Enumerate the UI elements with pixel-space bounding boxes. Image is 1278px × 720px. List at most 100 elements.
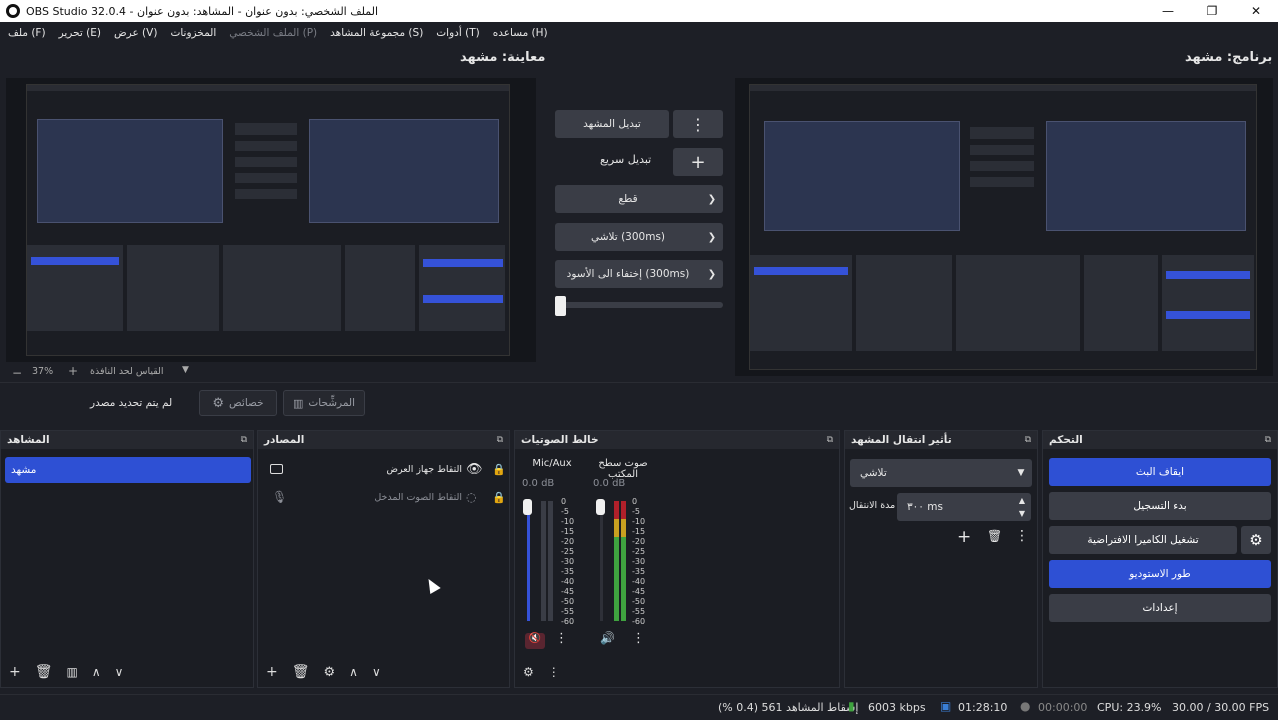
scene-filters-icon[interactable]: ▥: [67, 665, 78, 679]
scene-item[interactable]: مشهد: [5, 457, 251, 483]
db-scale-label: -30: [632, 557, 646, 566]
program-screenshot: [749, 84, 1257, 370]
program-label: برنامج: مشهد: [1185, 50, 1273, 65]
more-options-icon[interactable]: ⋮: [555, 631, 568, 646]
swap-scene-button[interactable]: تبديل المشهد: [555, 110, 669, 138]
undock-icon[interactable]: ⧉: [1265, 435, 1271, 445]
restore-button[interactable]: ❐: [1190, 0, 1234, 22]
menu-file[interactable]: ملف (F): [8, 27, 46, 39]
start-recording-button[interactable]: بدء التسجيل: [1049, 492, 1271, 520]
fade-dropdown[interactable]: تلاشي (300ms) ❯: [555, 223, 723, 251]
fps: 30.00 / 30.00 FPS: [1172, 701, 1270, 714]
db-scale-label: 0: [561, 497, 567, 506]
settings-button[interactable]: إعدادات: [1049, 594, 1271, 622]
lock-icon[interactable]: 🔒: [492, 491, 506, 504]
close-button[interactable]: ✕: [1234, 0, 1278, 22]
gear-icon[interactable]: ⚙: [324, 665, 336, 680]
cut-dropdown[interactable]: قطع ❯: [555, 185, 723, 213]
trash-icon[interactable]: 🗑: [35, 664, 53, 680]
record-icon: ●: [1020, 699, 1031, 713]
db-scale-label: -10: [632, 517, 646, 526]
menu-docks[interactable]: المخزونات: [170, 27, 216, 39]
channel-name: صوت سطح المكتب: [598, 458, 648, 480]
filters-button[interactable]: ▥ المرشِّحات: [283, 390, 365, 416]
zoom-level: 37%: [32, 366, 54, 377]
eye-hidden-icon[interactable]: ◌: [466, 490, 476, 504]
menu-profile[interactable]: الملف الشخصي (P): [229, 27, 317, 39]
eye-icon[interactable]: 👁: [466, 462, 483, 477]
trash-icon[interactable]: 🗑: [987, 529, 1002, 543]
t-bar-handle[interactable]: [555, 296, 566, 316]
undock-icon[interactable]: ⧉: [827, 435, 833, 445]
mixer-title: خالط الصوتيات: [521, 434, 599, 446]
monitor-icon: [270, 464, 283, 474]
transition-type-select[interactable]: تلاشي ▼: [850, 459, 1032, 487]
duration-input[interactable]: ٣٠٠ ms ▲ ▼: [897, 493, 1031, 521]
properties-button[interactable]: ⚙ خصائص: [199, 390, 277, 416]
zoom-out-icon[interactable]: −: [12, 366, 22, 380]
add-scene-icon[interactable]: +: [9, 664, 21, 680]
muted-speaker-icon[interactable]: 🔇: [525, 633, 545, 649]
undock-icon[interactable]: ⧉: [1025, 435, 1031, 445]
t-bar-track[interactable]: [555, 302, 723, 308]
start-virtual-camera-button[interactable]: تشغيل الكاميرا الافتراضية: [1049, 526, 1237, 554]
obs-logo-icon: [6, 4, 20, 18]
db-scale-label: -20: [561, 537, 575, 546]
studio-mode-button[interactable]: طور الاستوديو: [1049, 560, 1271, 588]
chevron-down-icon[interactable]: ▼: [182, 365, 189, 375]
level-meter: [614, 501, 619, 621]
menu-tools[interactable]: أدوات (T): [436, 27, 479, 39]
db-scale-label: -20: [632, 537, 646, 546]
menu-view[interactable]: عرض (V): [114, 27, 157, 39]
move-up-icon[interactable]: ∧: [349, 665, 358, 679]
fit-to-window-label[interactable]: القياس لحد النافذة: [90, 366, 164, 377]
lock-icon[interactable]: 🔒: [492, 463, 506, 476]
move-down-icon[interactable]: ∨: [372, 665, 381, 679]
volume-knob[interactable]: [596, 499, 605, 515]
db-scale-label: 0: [632, 497, 638, 506]
sources-dock: المصادر ⧉ التقاط جهاز العرض 👁 🔒 🎙 التقاط …: [257, 430, 510, 688]
more-options-icon[interactable]: ⋮: [548, 665, 560, 679]
volume-knob[interactable]: [523, 499, 532, 515]
db-scale-label: -50: [632, 597, 646, 606]
fade-to-black-dropdown[interactable]: إختفاء الى الأسود (300ms) ❯: [555, 260, 723, 288]
transitions-title: تأثير انتقال المشهد: [851, 434, 952, 446]
db-scale-label: -35: [561, 567, 575, 576]
menu-scene-collection[interactable]: مجموعة المشاهد (S): [330, 27, 423, 39]
mixer-channel-mic: Mic/Aux 0.0 dB 0 -5 -10 -15 -20 -25 -30 -35 -40-…: [517, 455, 587, 665]
menu-edit[interactable]: تحرير (E): [59, 27, 101, 39]
status-bar: إسقاط المشاهد 561 (0.4 %) ▮ 6003 kbps ▣ …: [0, 694, 1278, 720]
scenes-dock: المشاهد ⧉ مشهد + 🗑 ▥ ∧ ∨: [0, 430, 254, 688]
gear-icon[interactable]: ⚙: [1241, 526, 1271, 554]
preview-canvas[interactable]: [6, 78, 536, 362]
undock-icon[interactable]: ⧉: [241, 435, 247, 445]
menu-help[interactable]: مساعده (H): [493, 27, 548, 39]
channel-db: 0.0 dB: [593, 478, 626, 489]
db-scale-label: -60: [561, 617, 575, 626]
signal-bars-icon: ▮: [848, 699, 855, 713]
minimize-button[interactable]: —: [1146, 0, 1190, 22]
more-options-icon[interactable]: ⋮: [632, 631, 645, 646]
level-meter: [621, 501, 626, 621]
add-quick-transition-icon[interactable]: +: [673, 148, 723, 176]
window-title: OBS Studio 32.0.4 - الملف الشخصي: بدون ع…: [26, 4, 379, 18]
chevron-down-icon: ▼: [1017, 468, 1025, 478]
stop-streaming-button[interactable]: ايقاف البث: [1049, 458, 1271, 486]
more-options-icon[interactable]: ⋮: [1015, 528, 1029, 544]
move-up-icon[interactable]: ∧: [92, 665, 101, 679]
db-scale-label: -30: [561, 557, 575, 566]
move-down-icon[interactable]: ∨: [115, 665, 124, 679]
add-transition-icon[interactable]: +: [957, 527, 971, 547]
zoom-in-icon[interactable]: +: [68, 364, 78, 378]
db-scale-label: -25: [632, 547, 646, 556]
trash-icon[interactable]: 🗑: [292, 664, 310, 680]
spin-arrows-icon[interactable]: ▲ ▼: [1013, 494, 1031, 520]
volume-track[interactable]: [600, 501, 603, 621]
add-source-icon[interactable]: +: [266, 664, 278, 680]
program-canvas: [735, 78, 1273, 376]
mixer-settings-icon[interactable]: ⚙: [523, 665, 534, 679]
undock-icon[interactable]: ⧉: [497, 435, 503, 445]
gear-icon: ⚙: [212, 395, 225, 411]
more-options-icon[interactable]: ⋮: [673, 110, 723, 138]
speaker-icon[interactable]: 🔊: [600, 631, 615, 645]
